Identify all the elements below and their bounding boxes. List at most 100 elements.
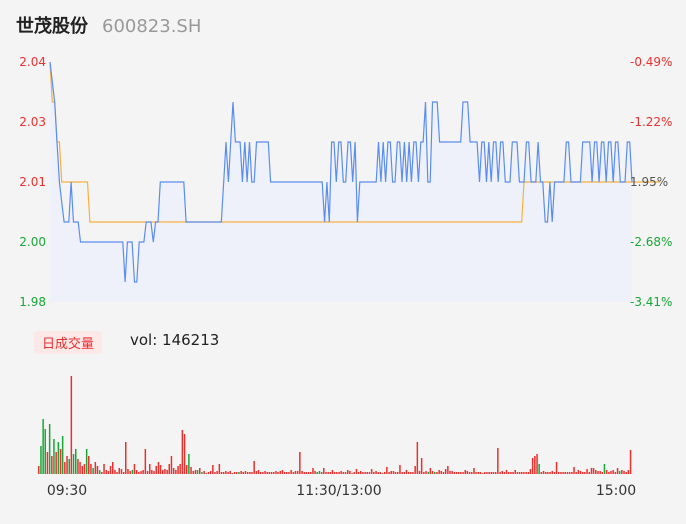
volume-bar xyxy=(394,472,397,474)
volume-bar xyxy=(531,458,534,474)
volume-bar xyxy=(462,472,464,474)
volume-bar xyxy=(312,468,314,474)
volume-bar xyxy=(562,472,564,474)
volume-bar xyxy=(305,472,308,474)
volume-bar xyxy=(505,470,508,474)
volume-bar xyxy=(390,471,392,474)
volume-bar xyxy=(294,471,297,474)
volume-bar xyxy=(540,472,543,474)
volume-bar xyxy=(349,471,351,474)
volume-bar xyxy=(510,472,512,474)
volume-bar xyxy=(151,470,153,474)
volume-bar xyxy=(355,469,358,474)
volume-bar xyxy=(44,429,46,474)
volume-bar xyxy=(246,472,249,474)
volume-bar xyxy=(231,473,234,474)
volume-bar xyxy=(286,472,288,474)
volume-bar xyxy=(434,472,436,474)
volume-bar xyxy=(357,472,360,474)
y-right-tick: -3.41% xyxy=(630,295,672,309)
volume-bar xyxy=(521,472,523,474)
volume-bar xyxy=(488,472,490,474)
volume-bar xyxy=(188,454,190,474)
volume-bar xyxy=(259,472,262,474)
volume-bar xyxy=(268,472,271,474)
volume-bar xyxy=(135,470,138,474)
volume-bar xyxy=(116,472,118,474)
volume-bar xyxy=(558,472,560,474)
volume-bar xyxy=(140,471,142,474)
volume-bar xyxy=(85,449,88,474)
volume-bar xyxy=(449,471,451,474)
volume-bar xyxy=(133,464,136,474)
volume-bar xyxy=(46,452,49,474)
volume-bar xyxy=(392,471,395,474)
volume-bar xyxy=(122,472,125,474)
volume-bar xyxy=(333,472,336,474)
volume-bar xyxy=(377,472,379,474)
volume-bar xyxy=(364,472,366,474)
y-left-tick: 2.01 xyxy=(19,175,46,189)
volume-bar xyxy=(527,472,530,474)
volume-bar xyxy=(621,470,623,474)
volume-bar xyxy=(471,472,473,474)
volume-bar xyxy=(162,470,164,474)
volume-bar xyxy=(516,472,519,474)
volume-bar xyxy=(249,472,251,474)
volume-bar xyxy=(538,464,540,474)
x-tick: 15:00 xyxy=(596,483,636,499)
volume-bar xyxy=(290,470,292,474)
volume-bar xyxy=(51,456,53,474)
volume-bar xyxy=(351,473,353,474)
y-left-tick: 2.04 xyxy=(19,55,46,69)
volume-bar xyxy=(623,471,625,474)
volume-bar xyxy=(196,470,199,474)
volume-bar xyxy=(262,472,264,474)
volume-bar xyxy=(536,454,538,474)
volume-bar xyxy=(412,472,414,474)
volume-bar xyxy=(53,439,55,474)
volume-bar xyxy=(486,472,488,474)
volume-bar xyxy=(194,470,197,474)
volume-bar xyxy=(203,471,205,474)
volume-bar xyxy=(468,472,471,474)
volume-bar xyxy=(90,464,92,474)
volume-bar xyxy=(514,470,516,474)
volume-bar xyxy=(525,472,527,474)
volume-bar xyxy=(344,472,347,474)
volume-bar xyxy=(323,468,325,474)
volume-bar xyxy=(553,472,556,474)
volume-bar xyxy=(612,470,614,474)
volume-bar xyxy=(331,470,334,474)
volume-bar xyxy=(407,472,410,474)
volume-bar xyxy=(473,468,475,474)
volume-bar xyxy=(125,442,127,474)
volume-bar xyxy=(603,464,606,474)
volume-bar xyxy=(81,466,83,474)
volume-bar xyxy=(444,469,447,474)
volume-bar xyxy=(77,459,79,474)
volume-bar xyxy=(573,467,575,474)
volume-bar xyxy=(547,472,549,474)
volume-bar xyxy=(475,472,477,474)
volume-bar xyxy=(464,470,466,474)
volume-bar xyxy=(186,465,188,474)
volume-bar xyxy=(325,472,327,474)
volume-bar xyxy=(103,464,105,474)
volume-bar xyxy=(270,472,273,474)
volume-bar xyxy=(560,472,562,474)
volume-bar xyxy=(342,472,345,474)
volume-bar xyxy=(38,466,40,474)
volume-bar xyxy=(616,468,619,474)
volume-value: vol: 146213 xyxy=(130,331,220,349)
volume-bar xyxy=(72,454,75,474)
volume-bar xyxy=(240,471,242,474)
volume-bar xyxy=(373,472,375,474)
chart-root: 世茂股份 600823.SH 2.04 2.03 2.01 2.00 1.98 -0.4… xyxy=(0,0,686,524)
volume-bar xyxy=(425,471,427,474)
volume-bar xyxy=(384,472,386,474)
volume-bar xyxy=(179,464,181,474)
volume-bar xyxy=(353,472,355,474)
volume-bar xyxy=(314,471,316,474)
volume-bar xyxy=(523,472,525,474)
